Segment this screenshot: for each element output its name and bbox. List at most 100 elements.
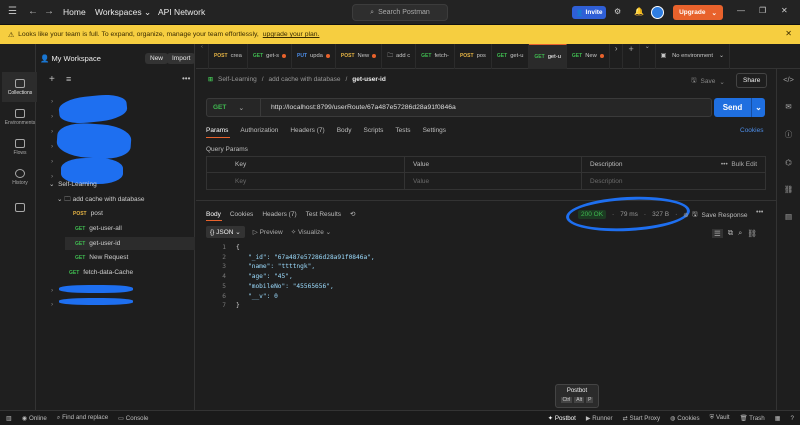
link-icon[interactable]: ⛓ — [784, 185, 794, 194]
tabs-dropdown-icon[interactable]: ⌄ — [640, 43, 656, 69]
param-key-input[interactable]: Key — [207, 178, 404, 185]
environment-select[interactable]: ▣ No environment ⌄ — [656, 43, 730, 69]
menu-icon[interactable]: ☰ — [8, 6, 17, 17]
response-tab-body[interactable]: Body — [206, 211, 221, 218]
param-value-input[interactable]: Value — [404, 173, 581, 189]
response-body[interactable]: 1{ 2 "_id": "67a487e57286d28a91f0846a", 3… — [214, 243, 374, 311]
new-tab-icon[interactable]: + — [623, 43, 640, 69]
rail-more[interactable] — [2, 192, 38, 222]
chevron-down-icon[interactable]: ⌄ — [751, 98, 765, 117]
tab-10[interactable]: GET New — [567, 43, 610, 69]
rail-flows[interactable]: Flows — [2, 132, 38, 162]
upgrade-button[interactable]: Upgrade ⌄ — [673, 5, 723, 20]
online-status[interactable]: ◉ Online — [22, 415, 47, 422]
response-tab-cookies[interactable]: Cookies — [230, 211, 253, 218]
visualize-button[interactable]: ✧ Visualize ⌄ — [291, 228, 331, 236]
maximize-icon[interactable]: ❐ — [759, 6, 766, 15]
tab-scripts[interactable]: Scripts — [364, 127, 384, 134]
new-button[interactable]: New — [145, 53, 169, 64]
tab-3[interactable]: PUT upda — [292, 43, 336, 69]
more-icon[interactable]: ••• — [756, 209, 763, 216]
help-icon[interactable]: ? — [791, 415, 794, 422]
runner-button[interactable]: ▶ Runner — [586, 415, 613, 422]
chevron-down-icon[interactable]: ⌄ — [711, 9, 716, 17]
copy-icon[interactable]: ⧉ — [728, 228, 733, 238]
find-replace-button[interactable]: ⌕ Find and replace — [57, 414, 108, 422]
collection-self-learning[interactable]: ⌄ Self-Learning — [49, 180, 97, 188]
close-icon[interactable]: ✕ — [781, 6, 788, 15]
console-button[interactable]: ▭ Console — [118, 415, 148, 422]
nav-api-network[interactable]: API Network — [158, 7, 205, 17]
forward-arrow-icon[interactable]: → — [44, 6, 54, 17]
info-icon[interactable]: ⓘ — [785, 129, 793, 140]
related-icon[interactable]: ⌬ — [785, 158, 792, 167]
code-icon[interactable]: </> — [783, 75, 794, 84]
layout-icon[interactable]: ▥ — [6, 415, 12, 422]
avatar[interactable] — [651, 6, 664, 19]
tab-6[interactable]: GET fetch- — [416, 43, 455, 69]
tab-body[interactable]: Body — [337, 127, 352, 134]
request-post[interactable]: POST post — [73, 210, 103, 217]
collection-chevron[interactable]: › — [51, 154, 53, 169]
response-tab-test-results[interactable]: Test Results — [306, 211, 341, 218]
collection-chevron[interactable]: › — [51, 139, 53, 154]
globe-icon[interactable]: ⊕ — [683, 211, 688, 219]
rail-environments[interactable]: Environments — [2, 102, 38, 132]
collection-chevron[interactable]: › — [51, 298, 53, 312]
minimize-icon[interactable]: — — [737, 6, 745, 15]
postbot-button[interactable]: ✦ Postbot — [548, 415, 576, 422]
param-description-input[interactable]: Description — [581, 173, 765, 189]
request-name[interactable]: get-user-id — [352, 76, 386, 83]
comments-icon[interactable]: ✉ — [785, 102, 791, 111]
trash-button[interactable]: 🗑 Trash — [740, 414, 765, 422]
tab-params[interactable]: Params — [206, 127, 228, 134]
rail-history[interactable]: History — [2, 162, 38, 192]
tab-1[interactable]: POST crea — [209, 43, 248, 69]
upgrade-plan-link[interactable]: upgrade your plan. — [263, 31, 320, 38]
send-button[interactable]: Send ⌄ — [714, 98, 765, 117]
add-icon[interactable]: + — [49, 74, 55, 85]
save-response-button[interactable]: 🖫 Save Response — [692, 210, 747, 221]
history-icon[interactable]: ⟲ — [350, 210, 355, 218]
cookies-button[interactable]: ◍ Cookies — [670, 415, 699, 422]
response-time[interactable]: 79 ms — [620, 211, 638, 218]
tab-7[interactable]: POST pos — [455, 43, 492, 69]
collection-chevron[interactable]: › — [51, 284, 53, 298]
share-button[interactable]: Share — [736, 73, 768, 88]
tab-8[interactable]: GET get-u — [492, 43, 530, 69]
document-icon[interactable]: ▤ — [785, 212, 792, 221]
tab-authorization[interactable]: Authorization — [240, 127, 278, 134]
url-input[interactable]: http://localhost:8799/userRoute/67a487e5… — [261, 104, 456, 111]
close-icon[interactable]: ✕ — [785, 29, 792, 38]
vault-button[interactable]: ⛨ Vault — [710, 414, 730, 422]
more-icon[interactable]: ••• — [182, 74, 190, 83]
link-icon[interactable]: ⛓ — [747, 229, 757, 238]
request-get-user-id[interactable]: GET get-user-id — [65, 237, 195, 250]
search-input[interactable]: ⌕ Search Postman — [352, 4, 448, 21]
bell-icon[interactable]: 🔔 — [634, 7, 644, 16]
request-new-request[interactable]: GET New Request — [75, 254, 128, 261]
collection-chevron[interactable]: › — [51, 109, 53, 124]
format-select[interactable]: {} JSON ⌄ — [206, 226, 245, 238]
tab-settings[interactable]: Settings — [423, 127, 447, 134]
gear-icon[interactable]: ⚙ — [614, 7, 621, 16]
request-get-user-all[interactable]: GET get-user-all — [75, 225, 122, 232]
invite-button[interactable]: 👤 Invite — [572, 6, 606, 19]
back-arrow-icon[interactable]: ← — [28, 6, 38, 17]
cookies-link[interactable]: Cookies — [740, 127, 763, 134]
collection-chevron[interactable]: › — [51, 94, 53, 109]
tab-9-active[interactable]: GET get-u — [529, 43, 567, 69]
tab-2[interactable]: GET get-s — [248, 43, 293, 69]
tabs-right-arrow[interactable]: › — [610, 43, 624, 69]
nav-workspaces[interactable]: Workspaces ⌄ — [95, 7, 151, 18]
save-button[interactable]: 🖫 Save ⌄ — [691, 76, 725, 87]
wrap-lines-icon[interactable]: ☰ — [712, 228, 723, 238]
tab-4[interactable]: POST New — [336, 43, 383, 69]
layout-icon[interactable]: ▦ — [775, 415, 781, 422]
rail-collections[interactable]: Collections — [2, 72, 38, 102]
response-tab-headers[interactable]: Headers (7) — [262, 211, 296, 218]
preview-button[interactable]: ▷ Preview — [253, 228, 283, 236]
tab-tests[interactable]: Tests — [395, 127, 410, 134]
tabs-left-arrow[interactable]: ‹ — [196, 43, 209, 69]
nav-home[interactable]: Home — [63, 7, 86, 17]
